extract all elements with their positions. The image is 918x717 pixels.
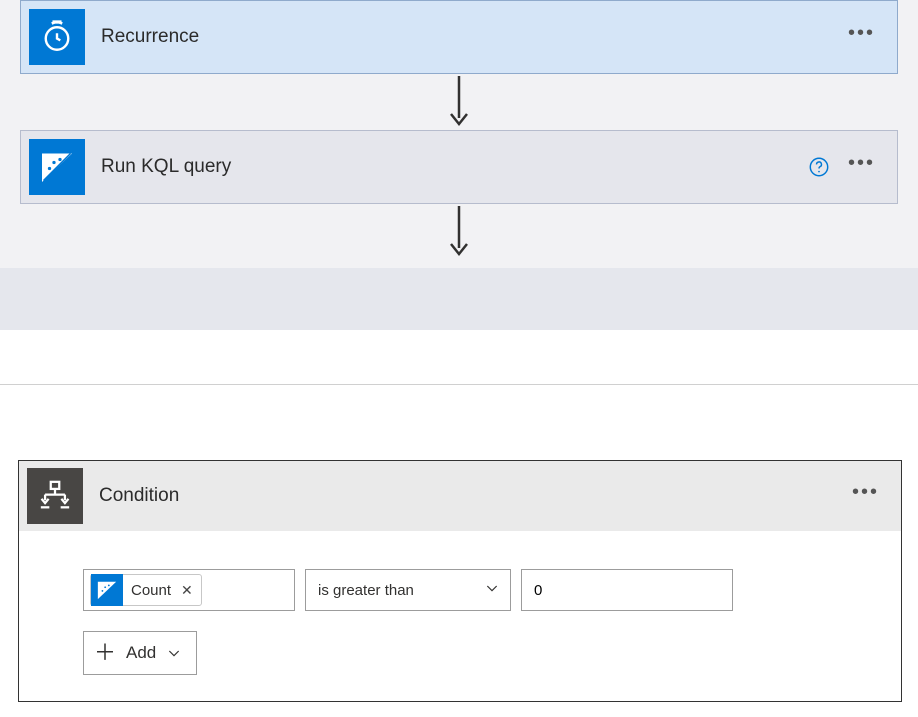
more-icon[interactable]: ••• [848, 158, 875, 176]
step-title: Run KQL query [93, 156, 808, 178]
more-icon[interactable]: ••• [848, 28, 875, 46]
condition-operator-select[interactable]: is greater than [305, 569, 511, 611]
operator-label: is greater than [318, 582, 414, 599]
workflow-region: Recurrence ••• Run KQL query [0, 0, 918, 268]
token-label: Count [123, 582, 179, 599]
data-explorer-icon [29, 139, 85, 195]
condition-header[interactable]: Condition ••• [19, 461, 901, 531]
more-icon[interactable]: ••• [852, 487, 879, 505]
condition-card: Condition ••• [18, 460, 902, 702]
step-title: Recurrence [93, 26, 848, 48]
condition-icon [27, 468, 83, 524]
condition-title: Condition [91, 485, 852, 507]
add-label: Add [126, 643, 156, 663]
help-icon[interactable] [808, 156, 830, 178]
plus-icon: ＋ [94, 642, 116, 664]
step-recurrence[interactable]: Recurrence ••• [20, 0, 898, 74]
remove-token-icon[interactable]: ✕ [179, 582, 201, 599]
collapsed-region [0, 268, 918, 330]
condition-operand-input[interactable]: Count ✕ [83, 569, 295, 611]
connector-arrow [0, 74, 918, 130]
condition-row: Count ✕ is greater than [83, 569, 883, 611]
add-condition-button[interactable]: ＋ Add [83, 631, 197, 675]
condition-value-input[interactable] [521, 569, 733, 611]
clock-icon [29, 9, 85, 65]
chevron-down-icon [166, 645, 182, 661]
section-divider [0, 384, 918, 385]
data-explorer-icon [91, 574, 123, 606]
step-run-kql[interactable]: Run KQL query ••• [20, 130, 898, 204]
connector-arrow [0, 204, 918, 260]
dynamic-token[interactable]: Count ✕ [90, 574, 202, 606]
chevron-down-icon [484, 580, 500, 600]
condition-body: Count ✕ is greater than ＋ Add [19, 531, 901, 701]
